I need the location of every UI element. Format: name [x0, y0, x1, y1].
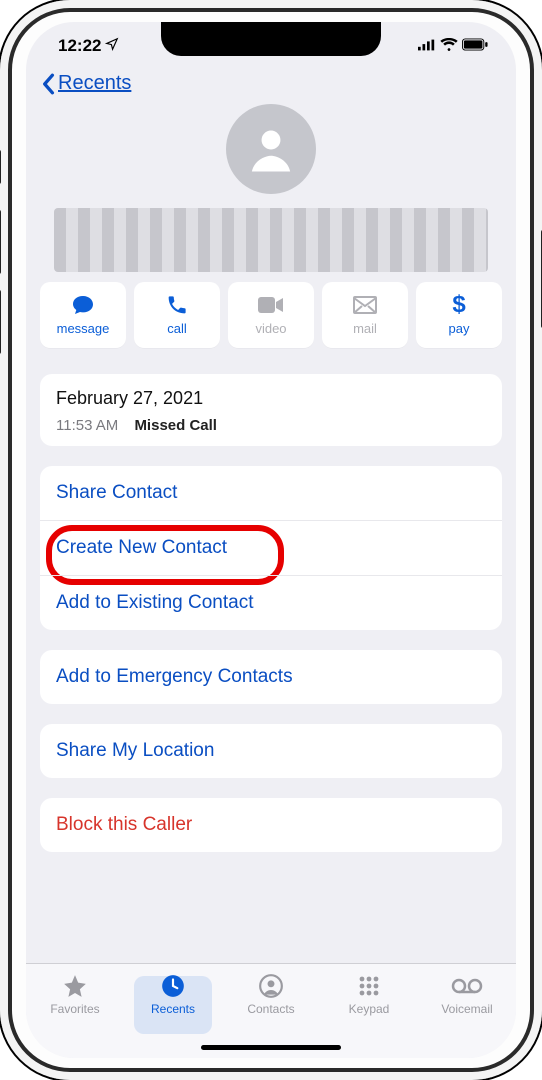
person-icon	[244, 122, 298, 176]
call-history-card: February 27, 2021 11:53 AM Missed Call	[40, 374, 502, 446]
call-label: call	[167, 321, 187, 336]
contacts-icon	[258, 972, 284, 1000]
tab-favorites-label: Favorites	[50, 1002, 99, 1016]
contact-actions-group-1: Share Contact Create New Contact Add to …	[40, 466, 502, 630]
add-to-existing-contact-item[interactable]: Add to Existing Contact	[40, 575, 502, 630]
contact-actions-group-2: Add to Emergency Contacts	[40, 650, 502, 704]
message-label: message	[57, 321, 110, 336]
nav-bar: Recents	[26, 66, 516, 100]
back-button[interactable]: Recents	[40, 72, 131, 95]
share-contact-label: Share Contact	[56, 482, 177, 503]
pay-button[interactable]: $ pay	[416, 282, 502, 348]
tab-keypad[interactable]: Keypad	[327, 972, 411, 1016]
clock-icon	[160, 972, 186, 1000]
call-date: February 27, 2021	[56, 388, 486, 409]
cellular-icon	[418, 36, 436, 56]
chevron-left-icon	[40, 73, 56, 95]
location-icon	[105, 36, 119, 56]
mute-switch	[0, 150, 1, 184]
add-to-emergency-item[interactable]: Add to Emergency Contacts	[40, 650, 502, 704]
block-caller-item[interactable]: Block this Caller	[40, 798, 502, 852]
home-indicator[interactable]	[201, 1045, 341, 1050]
status-time: 12:22	[58, 36, 101, 56]
screen: 12:22 Recents	[26, 22, 516, 1058]
create-new-contact-item[interactable]: Create New Contact	[40, 520, 502, 575]
tab-contacts-label: Contacts	[247, 1002, 294, 1016]
block-caller-label: Block this Caller	[56, 814, 192, 835]
mail-icon	[353, 293, 377, 317]
dollar-icon: $	[452, 293, 465, 317]
battery-icon	[462, 36, 488, 56]
mail-button[interactable]: mail	[322, 282, 408, 348]
call-status: Missed Call	[134, 417, 217, 434]
phone-icon	[166, 293, 188, 317]
add-to-emergency-label: Add to Emergency Contacts	[56, 666, 293, 687]
video-label: video	[255, 321, 286, 336]
contact-actions-group-4: Block this Caller	[40, 798, 502, 852]
volume-down-button	[0, 290, 1, 354]
wifi-icon	[440, 36, 458, 56]
tab-keypad-label: Keypad	[349, 1002, 390, 1016]
tab-favorites[interactable]: Favorites	[33, 972, 117, 1016]
video-button[interactable]: video	[228, 282, 314, 348]
iphone-device-frame: 12:22 Recents	[0, 0, 542, 1080]
contact-avatar	[226, 104, 316, 194]
volume-up-button	[0, 210, 1, 274]
tab-contacts[interactable]: Contacts	[229, 972, 313, 1016]
mail-label: mail	[353, 321, 377, 336]
message-button[interactable]: message	[40, 282, 126, 348]
star-icon	[62, 972, 88, 1000]
create-new-contact-label: Create New Contact	[56, 537, 227, 558]
back-label: Recents	[58, 72, 131, 95]
tab-recents[interactable]: Recents	[131, 972, 215, 1016]
share-my-location-label: Share My Location	[56, 740, 214, 761]
voicemail-icon	[451, 972, 483, 1000]
message-icon	[70, 293, 96, 317]
keypad-icon	[357, 972, 381, 1000]
call-button[interactable]: call	[134, 282, 220, 348]
contact-actions-group-3: Share My Location	[40, 724, 502, 778]
share-contact-item[interactable]: Share Contact	[40, 466, 502, 520]
contact-name-redacted	[54, 208, 488, 272]
video-icon	[258, 293, 284, 317]
tab-voicemail[interactable]: Voicemail	[425, 972, 509, 1016]
pay-label: pay	[449, 321, 470, 336]
device-notch	[161, 22, 381, 56]
quick-actions-row: message call video mail $	[26, 282, 516, 348]
share-my-location-item[interactable]: Share My Location	[40, 724, 502, 778]
add-to-existing-label: Add to Existing Contact	[56, 592, 254, 613]
tab-bar: Favorites Recents Contacts	[26, 963, 516, 1058]
call-time: 11:53 AM	[56, 417, 118, 434]
tab-recents-label: Recents	[151, 1002, 195, 1016]
tab-voicemail-label: Voicemail	[441, 1002, 492, 1016]
